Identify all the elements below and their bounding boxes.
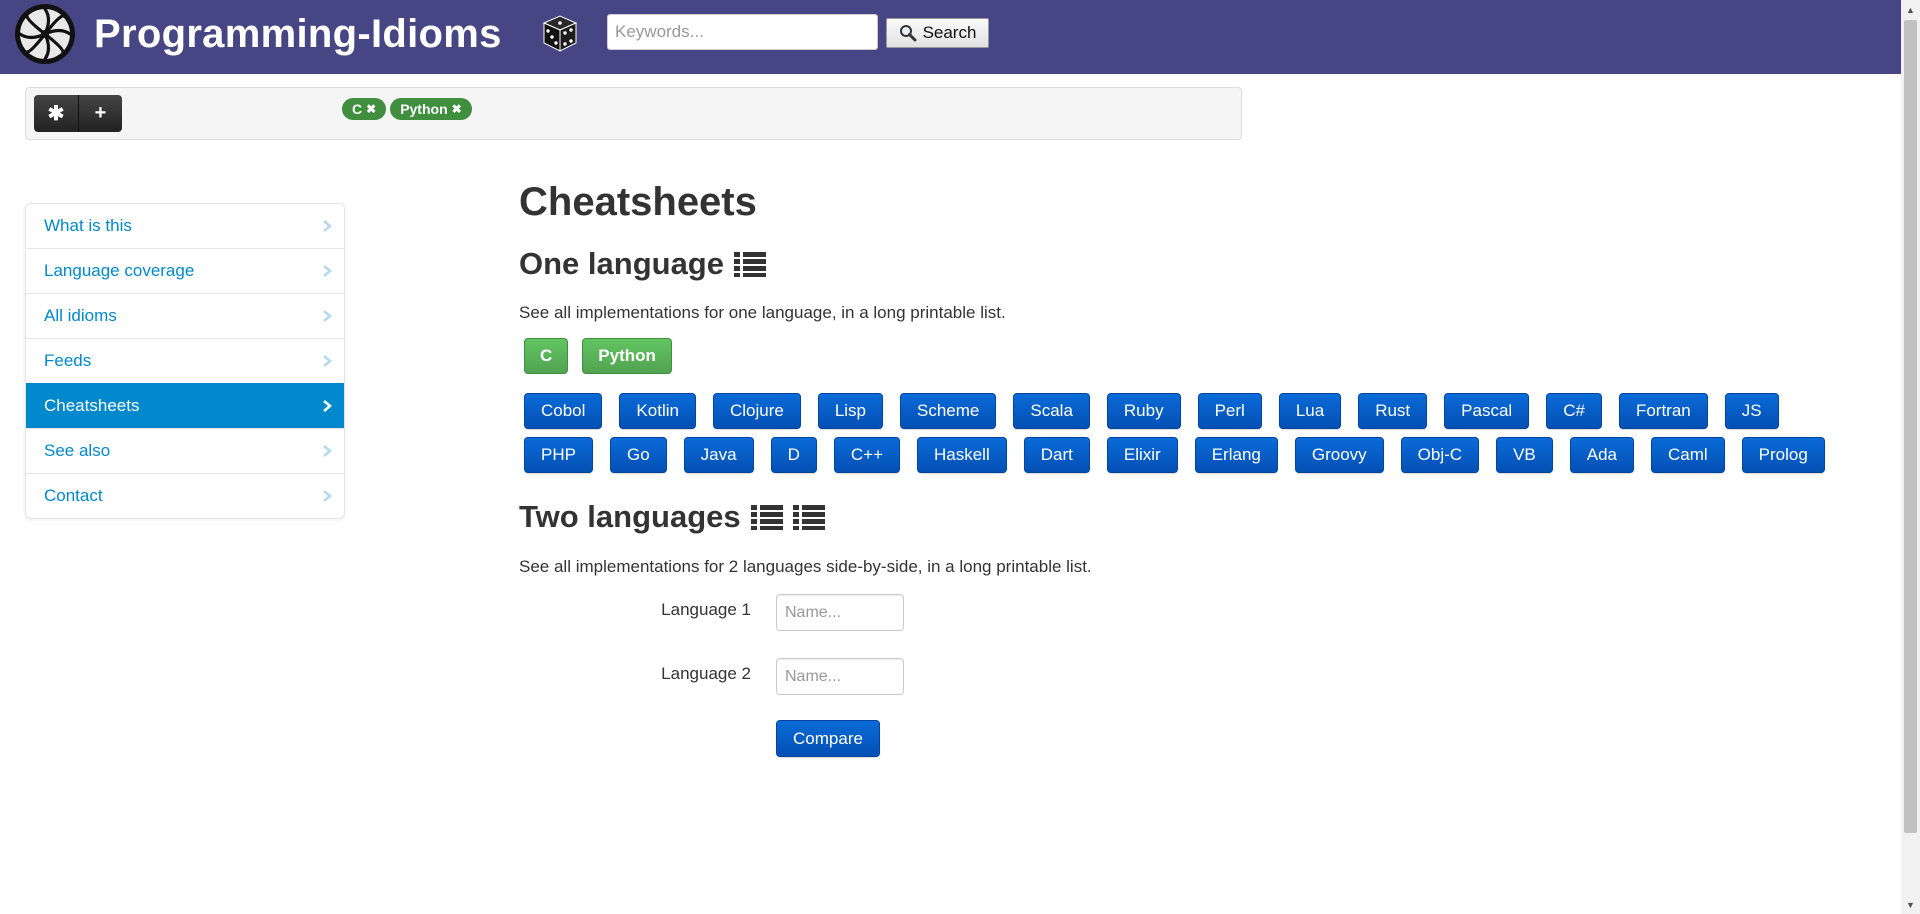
chevron-right-icon <box>323 445 333 457</box>
star-languages-button[interactable]: ✱ <box>34 95 78 132</box>
page-title: Cheatsheets <box>519 180 757 224</box>
sidebar-nav: What is this Language coverage All idiom… <box>25 203 345 519</box>
sidebar-item-feeds[interactable]: Feeds <box>26 338 344 383</box>
magnifier-icon <box>899 25 917 42</box>
language-button[interactable]: Fortran <box>1618 393 1708 429</box>
remove-icon[interactable]: ✖ <box>452 102 462 116</box>
remove-icon[interactable]: ✖ <box>366 102 376 116</box>
list-icon <box>792 505 825 530</box>
language-buttons-row-2: PHP Go Java D C++ Haskell Dart Elixir Er… <box>524 437 1825 473</box>
language-2-input[interactable] <box>776 658 904 695</box>
language-button[interactable]: Erlang <box>1194 437 1278 473</box>
language-button[interactable]: Ada <box>1569 437 1634 473</box>
sidebar-item-label: What is this <box>44 216 132 235</box>
cheatsheet-c-button[interactable]: C <box>524 338 569 374</box>
two-languages-heading: Two languages <box>519 498 825 536</box>
vertical-scrollbar[interactable]: ▲ ▼ <box>1901 0 1920 914</box>
language-button[interactable]: Scala <box>1013 393 1090 429</box>
language-button[interactable]: C# <box>1546 393 1602 429</box>
language-button[interactable]: Pascal <box>1444 393 1530 429</box>
language-button[interactable]: Haskell <box>917 437 1007 473</box>
language-button[interactable]: Lua <box>1278 393 1342 429</box>
favorite-tag-label: Python <box>400 101 448 117</box>
language-button[interactable]: PHP <box>524 437 593 473</box>
chevron-right-icon <box>323 355 333 367</box>
language-button[interactable]: JS <box>1724 393 1779 429</box>
scroll-up-arrow-icon[interactable]: ▲ <box>1901 1 1920 18</box>
sidebar-item-cheatsheets[interactable]: Cheatsheets <box>26 383 344 428</box>
chevron-right-icon <box>323 310 333 322</box>
language-button[interactable]: D <box>770 437 817 473</box>
top-navbar: Programming-Idioms Search <box>0 0 1901 74</box>
language-button[interactable]: Perl <box>1197 393 1262 429</box>
language-button[interactable]: C++ <box>833 437 900 473</box>
favorite-tag-label: C <box>352 101 363 117</box>
language-button[interactable]: Rust <box>1358 393 1428 429</box>
sidebar-item-label: See also <box>44 441 111 460</box>
one-language-heading: One language <box>519 245 766 283</box>
sidebar-item-what-is-this[interactable]: What is this <box>26 204 344 248</box>
compare-button[interactable]: Compare <box>776 720 880 757</box>
scrollbar-thumb[interactable] <box>1904 20 1917 833</box>
language-button[interactable]: Groovy <box>1294 437 1384 473</box>
language-button[interactable]: Lisp <box>817 393 883 429</box>
sidebar-item-see-also[interactable]: See also <box>26 428 344 473</box>
language-button[interactable]: Dart <box>1023 437 1090 473</box>
language-button[interactable]: Elixir <box>1106 437 1178 473</box>
sidebar-item-label: Contact <box>44 486 103 505</box>
language-2-label: Language 2 <box>661 664 751 683</box>
language-button[interactable]: Scheme <box>900 393 997 429</box>
search-input[interactable] <box>607 14 878 50</box>
sidebar-item-language-coverage[interactable]: Language coverage <box>26 248 344 293</box>
list-icon <box>750 505 783 530</box>
language-button[interactable]: Cobol <box>524 393 603 429</box>
sidebar-item-label: Language coverage <box>44 261 195 280</box>
language-1-input[interactable] <box>776 594 904 631</box>
site-title[interactable]: Programming-Idioms <box>94 10 502 58</box>
language-1-label: Language 1 <box>661 600 751 619</box>
language-buttons-row-1: Cobol Kotlin Clojure Lisp Scheme Scala R… <box>524 393 1779 429</box>
language-button[interactable]: Ruby <box>1106 393 1181 429</box>
cheatsheet-python-button[interactable]: Python <box>582 338 672 374</box>
favorite-language-tags: C ✖ Python ✖ <box>342 98 472 120</box>
favorite-tag-c: C ✖ <box>342 98 387 120</box>
sidebar-item-label: Feeds <box>44 351 92 370</box>
one-language-heading-text: One language <box>519 246 724 281</box>
language-button[interactable]: Go <box>609 437 667 473</box>
sidebar-item-label: All idioms <box>44 306 117 325</box>
language-button[interactable]: Caml <box>1651 437 1725 473</box>
two-languages-description: See all implementations for 2 languages … <box>519 557 1092 576</box>
list-icon <box>733 252 766 277</box>
favorites-button-group: ✱ + <box>34 95 122 132</box>
chevron-right-icon <box>323 220 333 232</box>
favorite-tag-python: Python ✖ <box>390 98 472 120</box>
random-idiom-dice-icon[interactable] <box>538 11 582 55</box>
two-languages-heading-text: Two languages <box>519 499 741 534</box>
favorite-languages-bar: ✱ + C ✖ Python ✖ <box>25 87 1242 140</box>
sidebar-item-label: Cheatsheets <box>44 396 140 415</box>
sidebar-item-contact[interactable]: Contact <box>26 473 344 518</box>
scroll-down-arrow-icon[interactable]: ▼ <box>1901 896 1920 913</box>
sidebar-item-all-idioms[interactable]: All idioms <box>26 293 344 338</box>
language-button[interactable]: Obj-C <box>1400 437 1480 473</box>
chevron-right-icon <box>323 400 333 412</box>
language-button[interactable]: Prolog <box>1741 437 1825 473</box>
chevron-right-icon <box>323 265 333 277</box>
language-button[interactable]: Clojure <box>712 393 801 429</box>
language-button[interactable]: Java <box>683 437 754 473</box>
programming-idioms-logo[interactable] <box>14 3 76 65</box>
search-button[interactable]: Search <box>886 18 989 48</box>
favorite-language-buttons: C Python <box>524 338 672 374</box>
search-button-label: Search <box>922 23 977 42</box>
language-button[interactable]: Kotlin <box>619 393 696 429</box>
add-language-button[interactable]: + <box>78 95 122 132</box>
language-button[interactable]: VB <box>1496 437 1553 473</box>
one-language-description: See all implementations for one language… <box>519 303 1006 322</box>
chevron-right-icon <box>323 490 333 502</box>
